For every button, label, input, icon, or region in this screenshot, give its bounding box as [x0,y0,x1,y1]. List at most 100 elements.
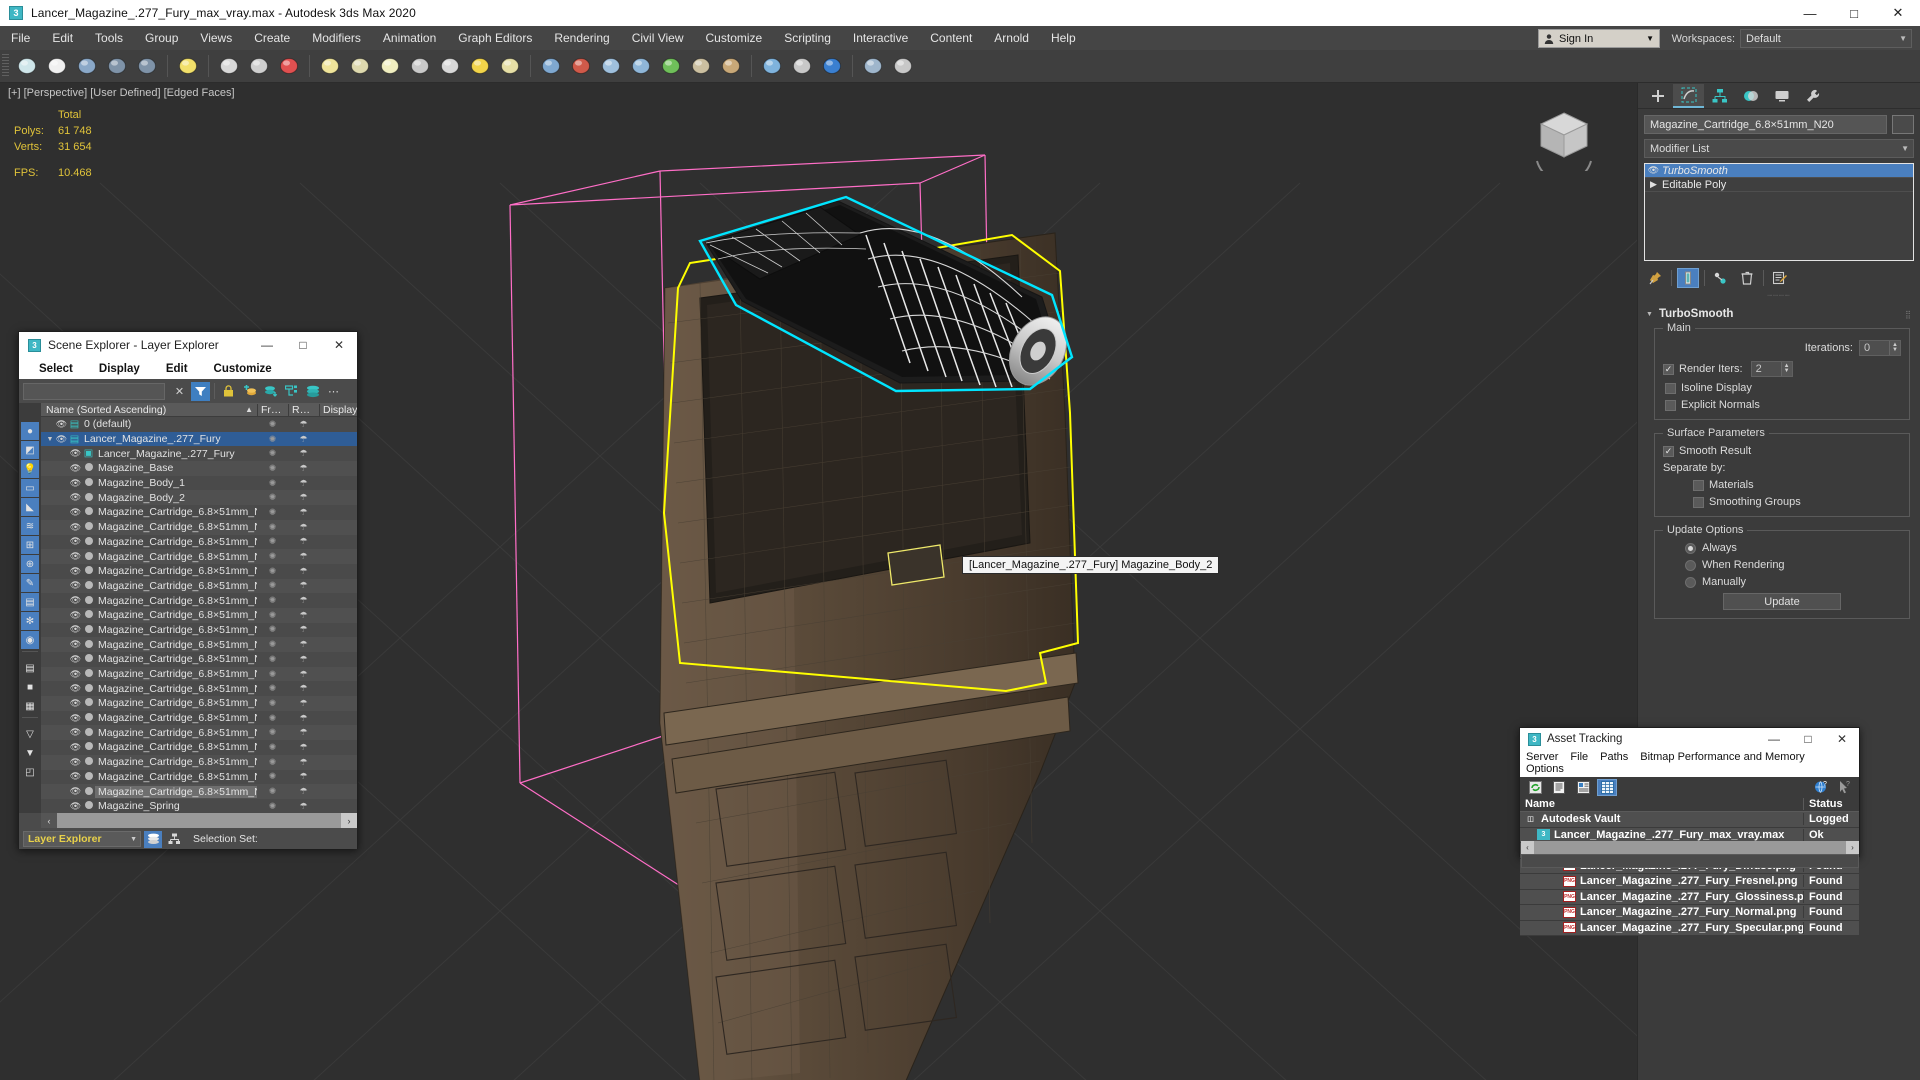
visibility-eye-icon[interactable]: 👁 [69,639,82,650]
scene-explorer-row[interactable]: 👁 Magazine_Cartridge_6.8×51mm_N17 ✺ ☂ [41,740,357,755]
freeze-icon[interactable]: ✺ [257,713,288,724]
scene-explorer-row[interactable]: 👁 Magazine_Cartridge_6.8×51mm_N15 ✺ ☂ [41,710,357,726]
asset-tracking-row[interactable]: ◫ Autodesk Vault Logged [1520,812,1859,828]
renderable-icon[interactable]: ☂ [288,786,319,797]
menu-item-animation[interactable]: Animation [372,28,447,48]
scene-explorer-row[interactable]: 👁 Magazine_Cartridge_6.8×51mm_N14 ✺ ☂ [41,696,357,711]
visibility-eye-icon[interactable]: 👁 [69,727,82,738]
spinner-arrows-icon[interactable]: ▲ ▼ [1780,362,1792,376]
ox-icon[interactable] [717,52,745,80]
menu-item-edit[interactable]: Edit [41,28,84,48]
renderable-icon[interactable]: ☂ [288,551,319,562]
scene-explorer-row[interactable]: 👁 Magazine_Body_1 ✺ ☂ [41,475,357,491]
scatter-icon[interactable] [537,52,565,80]
modifier-stack-item[interactable]: ▶ Editable Poly [1645,178,1913,192]
help-cursor-icon[interactable]: ? [1835,779,1855,796]
scene-explorer-row[interactable]: 👁 Magazine_Cartridge_6.8×51mm_N3 ✺ ☂ [41,534,357,550]
scroll-thumb[interactable] [1534,841,1846,854]
groups-icon[interactable]: ⊞ [21,536,39,554]
visibility-eye-icon[interactable]: 👁 [69,580,82,591]
renderable-icon[interactable]: ☂ [288,801,319,812]
freeze-icon[interactable]: ✺ [257,448,288,459]
renderable-icon[interactable]: ☂ [288,771,319,782]
visibility-eye-icon[interactable]: 👁 [69,801,82,812]
scene-explorer-menu-select[interactable]: Select [39,363,73,375]
eye-icon[interactable]: 👁 [1645,165,1662,176]
hair-farm-icon[interactable] [687,52,715,80]
freeze-icon[interactable]: ✺ [257,624,288,635]
containers-icon[interactable]: ▤ [21,593,39,611]
renderable-icon[interactable]: ☂ [288,595,319,606]
expand-triangle-icon[interactable]: ▶ [1645,179,1662,190]
toolbar-grip[interactable] [2,54,9,78]
scene-explorer-row[interactable]: 👁 ▤ 0 (default) ✺ ☂ [41,417,357,432]
freeze-icon[interactable]: ✺ [257,801,288,812]
visibility-eye-icon[interactable]: 👁 [69,566,82,577]
scene-explorer-row[interactable]: 👁 Magazine_Cartridge_6.8×51mm_N19 ✺ ☂ [41,769,357,785]
asset-tracking-close[interactable]: ✕ [1825,728,1859,750]
scene-explorer-row[interactable]: 👁 Magazine_Cartridge_6.8×51mm_N12 ✺ ☂ [41,666,357,682]
freeze-icon[interactable]: ✺ [257,610,288,621]
freeze-icon[interactable]: ✺ [257,683,288,694]
column-frozen[interactable]: Fr… [257,403,288,416]
lock-icon[interactable] [219,382,238,401]
freeze-icon[interactable]: ✺ [257,492,288,503]
minimize-button[interactable]: — [1788,0,1832,26]
explicit-normals-checkbox[interactable] [1665,399,1676,411]
layer-list-icon[interactable]: ▤ [21,659,39,677]
render-production-icon[interactable] [275,52,303,80]
asset-tracking-minimize[interactable]: — [1757,728,1791,750]
scroll-right-icon[interactable]: › [341,813,357,828]
sphere-blue-icon[interactable] [758,52,786,80]
menu-item-group[interactable]: Group [134,28,189,48]
make-unique-icon[interactable] [1710,268,1732,288]
modifier-stack[interactable]: 👁 TurboSmooth ▶ Editable Poly [1644,163,1914,261]
plane-icon[interactable] [316,52,344,80]
scene-explorer-row[interactable]: 👁 Magazine_Cartridge_6.8×51mm_N5 ✺ ☂ [41,563,357,579]
menu-item-file[interactable]: File [0,28,41,48]
scene-explorer-menu-customize[interactable]: Customize [214,363,272,375]
spinner-arrows-icon[interactable]: ▲ ▼ [1889,341,1900,355]
panel-grip[interactable]: ┈┈┈┈ [1638,291,1920,300]
layer-hierarchy-icon[interactable] [282,382,301,401]
scene-explorer-menu-display[interactable]: Display [99,363,140,375]
scene-explorer-row[interactable]: ▼ 👁 ▤ Lancer_Magazine_.277_Fury ✺ ☂ [41,431,357,447]
filter-icon[interactable] [191,381,210,401]
renderable-icon[interactable]: ☂ [288,727,319,738]
cloud-icon[interactable] [43,52,71,80]
scroll-right-icon[interactable]: › [1846,841,1859,854]
render-iters-spinner[interactable]: 2 ▲ ▼ [1750,361,1793,377]
particles-icon[interactable]: ✻ [21,612,39,630]
render-setup-icon[interactable] [103,52,131,80]
freeze-icon[interactable]: ✺ [257,551,288,562]
menu-item-content[interactable]: Content [919,28,983,48]
column-display[interactable]: Display [319,403,357,416]
smoothing-groups-checkbox[interactable] [1693,496,1704,508]
scene-explorer-row[interactable]: 👁 Magazine_Base ✺ ☂ [41,461,357,476]
menu-item-interactive[interactable]: Interactive [842,28,919,48]
scene-explorer-row[interactable]: 👁 Magazine_Cartridge_6.8×51mm_N16 ✺ ☂ [41,725,357,741]
renderable-icon[interactable]: ☂ [288,522,319,533]
expand-triangle-icon[interactable]: ▼ [45,436,55,443]
visibility-eye-icon[interactable]: 👁 [69,595,82,606]
object-name-field[interactable]: Magazine_Cartridge_6.8×51mm_N20 [1644,115,1887,134]
refresh-icon[interactable] [1525,779,1545,796]
scene-explorer-row[interactable]: 👁 Magazine_Cartridge_6.8×51mm_N8 ✺ ☂ [41,607,357,623]
column-render[interactable]: R… [288,403,319,416]
scene-explorer-row[interactable]: 👁 Magazine_Body_2 ✺ ☂ [41,490,357,506]
sphere-icon[interactable] [376,52,404,80]
renderable-icon[interactable]: ☂ [288,742,319,753]
remove-modifier-icon[interactable] [1736,268,1758,288]
update-option-radio[interactable] [1685,576,1696,588]
configure-modifier-sets-icon[interactable] [1769,268,1791,288]
column-name[interactable]: Name [1520,798,1803,810]
update-option-row[interactable]: Always [1685,542,1901,554]
update-option-row[interactable]: Manually [1685,576,1901,588]
scene-explorer-menu-edit[interactable]: Edit [166,363,188,375]
renderable-icon[interactable]: ☂ [288,698,319,709]
freeze-icon[interactable]: ✺ [257,742,288,753]
teapot-wire-icon[interactable] [406,52,434,80]
scene-explorer-row[interactable]: 👁 Magazine_Cartridge_6.8×51mm_N9 ✺ ☂ [41,622,357,638]
render-frame-window-icon[interactable] [133,52,161,80]
menu-item-rendering[interactable]: Rendering [543,28,620,48]
